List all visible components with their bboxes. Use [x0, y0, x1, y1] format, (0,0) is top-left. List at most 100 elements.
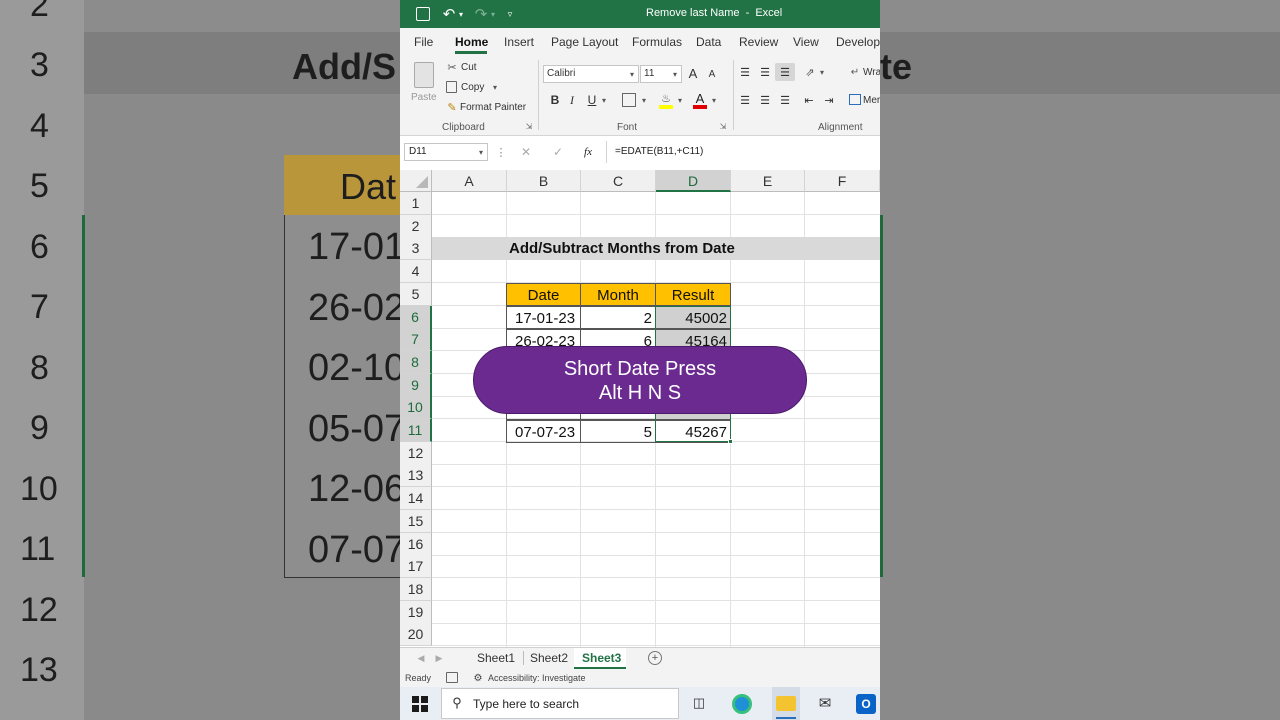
- row-header-1[interactable]: 1: [400, 192, 432, 215]
- orientation-dropdown-icon[interactable]: ▾: [818, 65, 826, 79]
- macro-record-icon[interactable]: [446, 672, 458, 683]
- decrease-indent-icon[interactable]: ⇤: [802, 93, 816, 107]
- header-result[interactable]: Result: [655, 283, 731, 306]
- align-right-icon[interactable]: ☰: [778, 93, 792, 107]
- font-launcher-icon[interactable]: ⇲: [718, 121, 728, 131]
- underline-button[interactable]: U: [586, 92, 598, 108]
- tab-page-layout[interactable]: Page Layout: [551, 35, 618, 49]
- header-date[interactable]: Date: [506, 283, 581, 306]
- sheet-tab-sheet3[interactable]: Sheet3: [582, 651, 621, 665]
- tab-file[interactable]: File: [414, 35, 433, 49]
- row-header-11[interactable]: 11: [400, 419, 432, 442]
- borders-dropdown-icon[interactable]: ▾: [640, 93, 648, 107]
- cell-date-11[interactable]: 07-07-23: [506, 419, 581, 443]
- align-top-icon[interactable]: ☰: [738, 65, 752, 79]
- column-header-e[interactable]: E: [731, 170, 805, 192]
- column-header-c[interactable]: C: [581, 170, 656, 192]
- orientation-icon[interactable]: ⇗: [803, 65, 817, 79]
- row-header-5[interactable]: 5: [400, 282, 432, 306]
- row-header-14[interactable]: 14: [400, 487, 432, 511]
- tab-formulas[interactable]: Formulas: [632, 35, 682, 49]
- increase-font-icon[interactable]: A: [686, 65, 700, 81]
- undo-dropdown-icon[interactable]: ▾: [456, 6, 466, 22]
- row-header-18[interactable]: 18: [400, 577, 432, 601]
- row-header-6[interactable]: 6: [400, 305, 432, 329]
- header-month[interactable]: Month: [580, 283, 656, 306]
- copy-button[interactable]: Copy ▾: [444, 80, 514, 96]
- tab-view[interactable]: View: [793, 35, 819, 49]
- row-header-7[interactable]: 7: [400, 328, 432, 352]
- sheet-title[interactable]: Add/Subtract Months from Date: [506, 237, 738, 260]
- formula-input[interactable]: =EDATE(B11,+C11): [606, 141, 880, 163]
- italic-button[interactable]: I: [566, 92, 578, 108]
- align-bottom-icon[interactable]: ☰: [775, 63, 795, 81]
- underline-dropdown-icon[interactable]: ▾: [600, 93, 608, 107]
- increase-indent-icon[interactable]: ⇥: [822, 93, 836, 107]
- format-painter-button[interactable]: ✎ Format Painter: [444, 100, 534, 116]
- scroll-right-icon[interactable]: ▶: [434, 651, 444, 665]
- row-header-13[interactable]: 13: [400, 464, 432, 488]
- cell-month-6[interactable]: 2: [580, 306, 656, 329]
- clipboard-launcher-icon[interactable]: ⇲: [524, 121, 534, 131]
- tab-review[interactable]: Review: [739, 35, 778, 49]
- sheet-tab-sheet2[interactable]: Sheet2: [530, 651, 568, 665]
- row-header-19[interactable]: 19: [400, 600, 432, 624]
- mail-icon[interactable]: ✉: [814, 695, 836, 712]
- column-header-f[interactable]: F: [805, 170, 880, 192]
- select-all-corner[interactable]: [400, 170, 432, 192]
- row-header-15[interactable]: 15: [400, 509, 432, 533]
- insert-function-icon[interactable]: fx: [580, 144, 596, 160]
- edge-icon[interactable]: [732, 694, 752, 714]
- paste-button[interactable]: Paste: [408, 58, 440, 112]
- row-header-8[interactable]: 8: [400, 350, 432, 374]
- fill-handle[interactable]: [728, 439, 733, 444]
- row-header-17[interactable]: 17: [400, 555, 432, 579]
- align-left-icon[interactable]: ☰: [738, 93, 752, 107]
- column-header-b[interactable]: B: [507, 170, 581, 192]
- row-header-3[interactable]: 3: [400, 237, 432, 261]
- font-name-select[interactable]: Calibri ▾: [543, 65, 639, 83]
- status-accessibility[interactable]: Accessibility: Investigate: [488, 673, 586, 683]
- column-header-a[interactable]: A: [432, 170, 507, 192]
- taskbar-search-box[interactable]: ⚲ Type here to search: [441, 688, 679, 719]
- windows-start-icon[interactable]: [412, 696, 428, 712]
- row-header-9[interactable]: 9: [400, 373, 432, 397]
- tab-data[interactable]: Data: [696, 35, 721, 49]
- borders-icon[interactable]: [622, 93, 636, 107]
- outlook-icon[interactable]: O: [856, 694, 876, 714]
- sheet-tab-sheet1[interactable]: Sheet1: [477, 651, 515, 665]
- accessibility-icon[interactable]: ⚙: [472, 672, 484, 684]
- merge-center-button[interactable]: Mer: [847, 93, 880, 109]
- row-header-20[interactable]: 20: [400, 623, 432, 647]
- font-color-button[interactable]: A ▾: [692, 91, 720, 110]
- cell-date-6[interactable]: 17-01-23: [506, 306, 581, 329]
- font-size-select[interactable]: 11 ▾: [640, 65, 682, 83]
- cancel-entry-icon[interactable]: ✕: [518, 144, 534, 160]
- row-header-10[interactable]: 10: [400, 396, 432, 420]
- task-view-icon[interactable]: ◫: [690, 695, 708, 711]
- tab-developer[interactable]: Develope: [836, 35, 880, 49]
- name-box[interactable]: D11 ▾: [404, 143, 488, 161]
- fill-color-button[interactable]: ♨ ▾: [658, 92, 684, 110]
- column-header-d[interactable]: D: [656, 170, 731, 192]
- tab-insert[interactable]: Insert: [504, 35, 534, 49]
- align-middle-icon[interactable]: ☰: [758, 65, 772, 79]
- row-header-12[interactable]: 12: [400, 441, 432, 465]
- new-sheet-icon[interactable]: +: [648, 651, 662, 665]
- confirm-entry-icon[interactable]: ✓: [550, 144, 566, 160]
- cut-button[interactable]: ✂ Cut: [444, 60, 504, 76]
- wrap-text-button[interactable]: ↵ Wra: [847, 65, 880, 81]
- tab-home[interactable]: Home: [455, 35, 488, 49]
- cell-month-11[interactable]: 5: [580, 419, 656, 443]
- customize-qat-icon[interactable]: ▿: [504, 6, 516, 22]
- bold-button[interactable]: B: [548, 92, 562, 108]
- row-header-4[interactable]: 4: [400, 260, 432, 284]
- align-center-icon[interactable]: ☰: [758, 93, 772, 107]
- redo-dropdown-icon[interactable]: ▾: [488, 6, 498, 22]
- row-header-16[interactable]: 16: [400, 532, 432, 556]
- more-options-icon[interactable]: ⋮: [496, 144, 507, 160]
- decrease-font-icon[interactable]: A: [706, 67, 718, 81]
- scroll-left-icon[interactable]: ◀: [416, 651, 426, 665]
- save-icon[interactable]: [416, 7, 430, 21]
- file-explorer-icon[interactable]: [772, 687, 800, 720]
